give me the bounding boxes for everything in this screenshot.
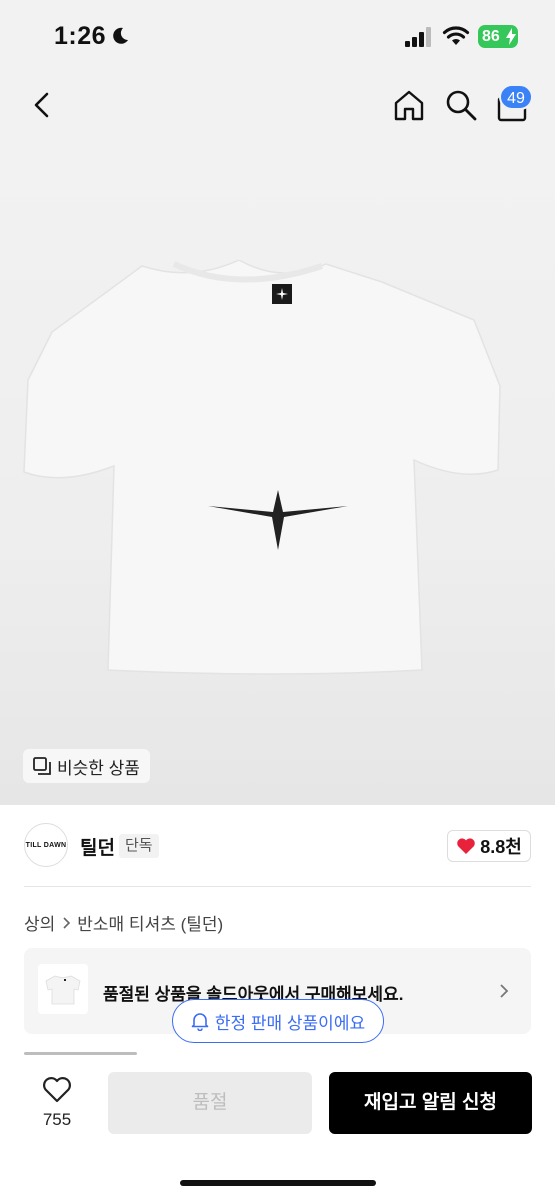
home-icon[interactable] [392,88,426,122]
brand-name[interactable]: 틸던 [80,833,115,860]
limited-edition-notice[interactable]: 한정 판매 상품이에요 [172,999,384,1043]
breadcrumb: 상의 반소매 티셔츠 (틸던) [24,910,223,935]
moon-icon [113,27,128,44]
charging-bolt-icon [506,28,516,45]
cart-count-badge: 49 [499,84,533,110]
scroll-indicator [24,1052,137,1055]
search-icon[interactable] [444,88,478,122]
exclusive-tag: 단독 [119,834,159,858]
similar-products-label: 비슷한 상품 [57,758,140,778]
signal-icon [405,27,431,47]
brand-logo[interactable]: TILL DAWN [24,823,68,867]
soldout-button: 품절 [108,1072,312,1134]
heart-filled-icon [457,838,475,854]
limited-edition-label: 한정 판매 상품이에요 [214,1013,366,1033]
status-bar: 1:26 86 [0,0,555,70]
bottom-action-bar: 755 품절 재입고 알림 신청 [0,1058,555,1200]
similar-products-button[interactable]: 비슷한 상품 [23,749,150,783]
restock-alert-button[interactable]: 재입고 알림 신청 [329,1072,532,1134]
bell-icon [191,1013,209,1031]
back-icon[interactable] [28,90,56,120]
wish-count: 755 [42,1110,72,1129]
brand-like-count: 8.8천 [480,837,522,857]
breadcrumb-category[interactable]: 상의 [24,910,55,935]
divider [24,886,531,887]
soldout-product-thumbnail [38,964,88,1014]
battery-level: 86 [482,28,500,45]
top-nav-bar: 49 [0,70,555,140]
wifi-icon [442,26,470,45]
tshirt-image [23,260,501,675]
status-time: 1:26 [54,22,107,50]
product-image[interactable]: 비슷한 상품 [0,140,555,805]
brand-like-button[interactable]: 8.8천 [447,830,531,862]
home-indicator [180,1180,376,1186]
similar-items-icon [33,757,51,775]
chevron-right-small-icon [63,916,71,929]
battery-indicator: 86 [478,25,518,48]
heart-outline-icon[interactable] [42,1076,72,1103]
brand-logo-text: TILL DAWN [25,841,67,849]
breadcrumb-subcategory[interactable]: 반소매 티셔츠 (틸던) [77,910,223,935]
chevron-right-icon [500,984,509,998]
